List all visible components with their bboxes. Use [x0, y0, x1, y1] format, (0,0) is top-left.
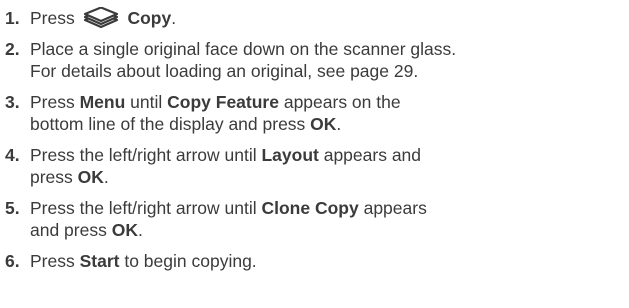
step-text: Place a single original face down on the… [27, 38, 629, 82]
step-number: 5. [5, 198, 20, 218]
step-item: 5. Press the left/right arrow until Clone… [5, 197, 629, 241]
emphasis-text: Copy Feature [167, 92, 279, 112]
instruction-text: bottom line of the display and press [30, 114, 311, 134]
step-text: Press the left/right arrow until Clone C… [27, 197, 629, 241]
instruction-text: . [103, 167, 109, 187]
step-text: Press Menu until Copy Feature appears on… [27, 91, 629, 135]
instruction-text: For details about loading an original, s… [30, 61, 419, 81]
instruction-text: . [336, 114, 342, 134]
instruction-steps: 1. Press Copy. 2. Place a single original f… [0, 0, 629, 272]
emphasis-text: OK [111, 220, 138, 240]
instruction-text: Press [30, 92, 80, 112]
instruction-text: press [30, 167, 78, 187]
step-item: 3. Press Menu until Copy Feature appears … [5, 91, 629, 135]
instruction-text: until [125, 92, 168, 112]
step-item: 6. Press Start to begin copying. [5, 250, 629, 272]
instruction-text: Press [30, 251, 80, 271]
instruction-text: . [137, 220, 143, 240]
emphasis-text: Menu [79, 92, 126, 112]
instruction-text: . [171, 8, 177, 28]
instruction-text: Press [30, 8, 80, 28]
step-number: 1. [5, 8, 20, 28]
emphasis-text: Copy [122, 8, 172, 28]
instruction-text: Press the left/right arrow until [30, 145, 262, 165]
instruction-text: appears and [318, 145, 422, 165]
step-text: Press the left/right arrow until Layout … [27, 144, 629, 188]
emphasis-text: Clone Copy [261, 198, 359, 218]
step-item: 4. Press the left/right arrow until Layou… [5, 144, 629, 188]
instruction-text: appears [358, 198, 427, 218]
emphasis-text: Layout [261, 145, 319, 165]
step-number: 3. [5, 92, 20, 112]
step-item: 2. Place a single original face down on t… [5, 38, 629, 82]
step-number: 4. [5, 145, 20, 165]
instruction-text: appears on the [278, 92, 401, 112]
step-number: 2. [5, 39, 20, 59]
instruction-text: Place a single original face down on the… [30, 39, 457, 59]
step-text: Press Start to begin copying. [27, 250, 629, 272]
emphasis-text: OK [310, 114, 337, 134]
step-text: Press Copy. [27, 6, 629, 29]
emphasis-text: Start [79, 251, 120, 271]
instruction-text: to begin copying. [119, 251, 257, 271]
instruction-text: and press [30, 220, 112, 240]
instruction-text: Press the left/right arrow until [30, 198, 262, 218]
step-item: 1. Press Copy. [5, 6, 629, 29]
copy-icon [81, 6, 121, 29]
step-number: 6. [5, 251, 20, 271]
emphasis-text: OK [77, 167, 104, 187]
